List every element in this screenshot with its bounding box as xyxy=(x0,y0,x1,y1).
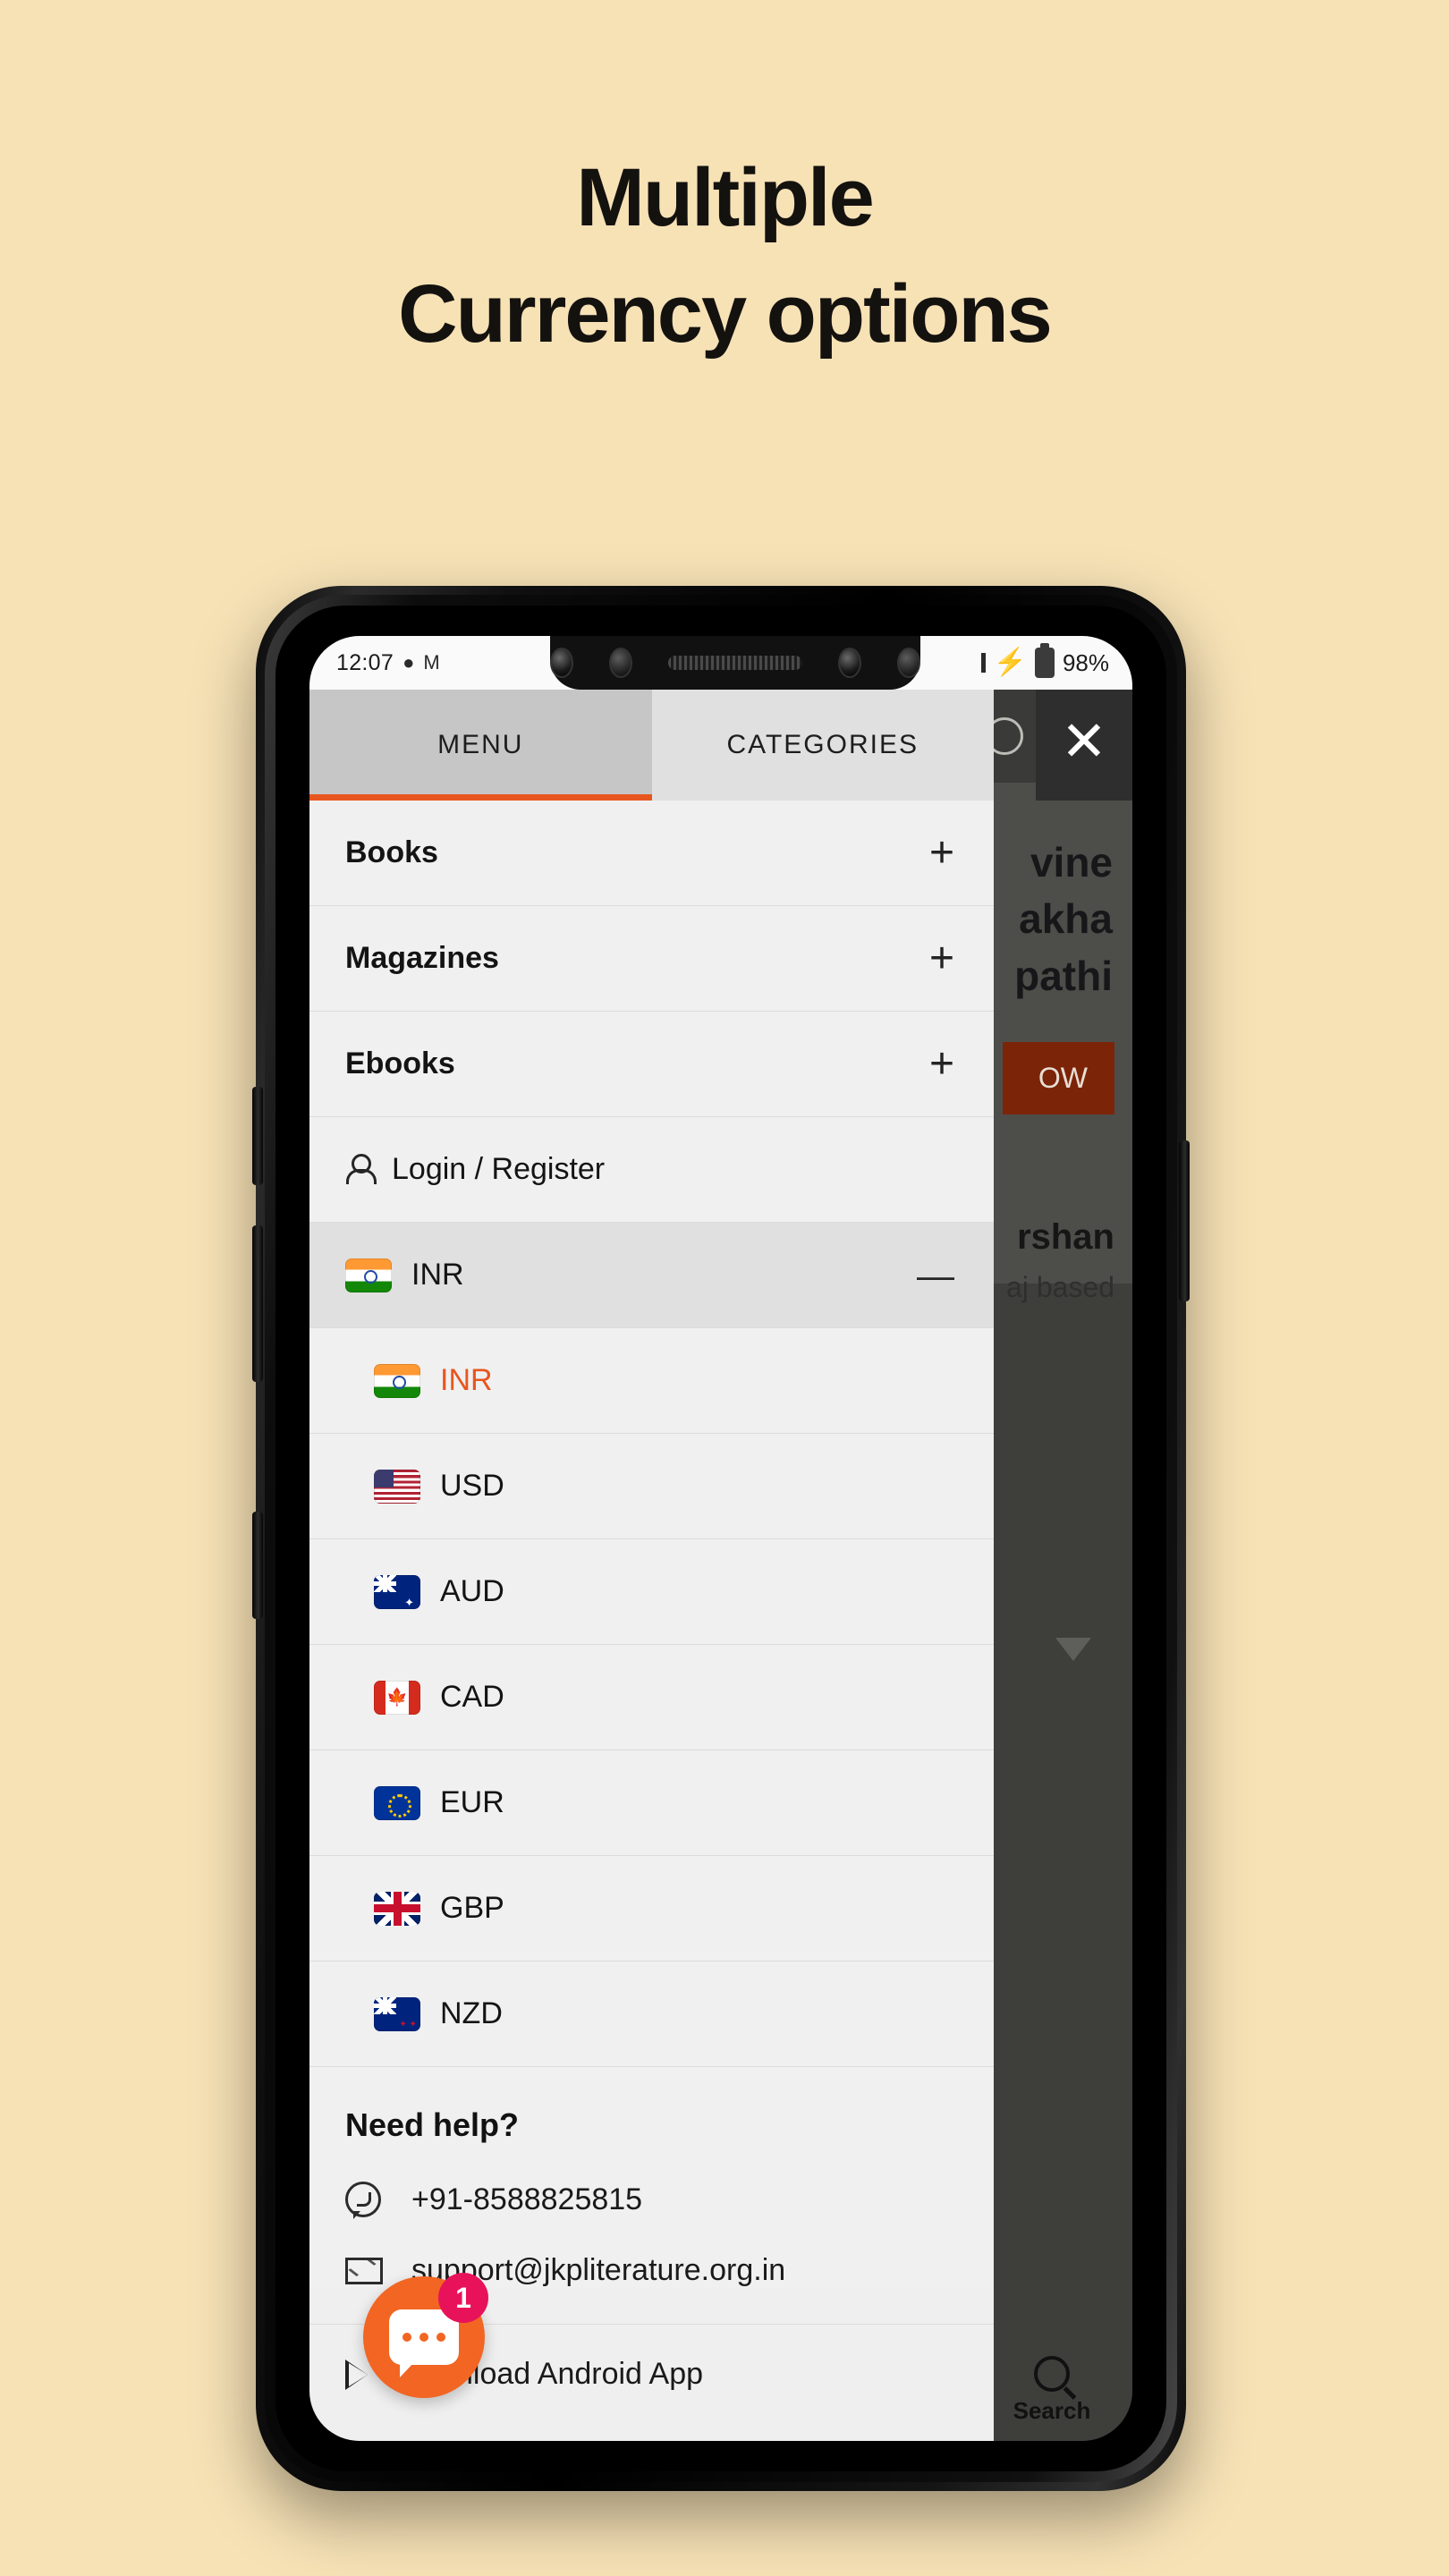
flag-india-icon xyxy=(345,1258,392,1292)
chat-dot xyxy=(436,2333,445,2342)
currency-option-label: GBP xyxy=(440,1891,504,1925)
hero-title-line-1: vine xyxy=(1030,839,1113,886)
whatsapp-icon xyxy=(345,2182,381,2219)
flag-australia-icon xyxy=(374,1574,420,1609)
expand-plus-icon[interactable]: + xyxy=(929,1042,954,1086)
user-icon xyxy=(345,1153,377,1187)
menu-item-label: Books xyxy=(345,835,438,869)
menu-item-login-register[interactable]: Login / Register xyxy=(309,1117,994,1223)
page-title: Multiple Currency options xyxy=(0,157,1449,355)
login-register-label: Login / Register xyxy=(392,1152,606,1186)
chat-dot xyxy=(402,2333,411,2342)
sensor-icon xyxy=(608,648,632,678)
volume-up-button[interactable] xyxy=(252,1087,263,1185)
status-bar-right: ⚡ 98% xyxy=(920,643,1132,678)
chat-dot xyxy=(419,2333,428,2342)
hero-title: vine akha pathi xyxy=(1014,835,1113,1004)
status-bar-left: 12:07 ● M xyxy=(309,650,550,676)
sensor-icon xyxy=(896,648,920,678)
tab-menu[interactable]: MENU xyxy=(309,690,652,801)
front-camera-icon xyxy=(837,648,861,678)
navigation-drawer: MENU CATEGORIES Books + Magazines + Eboo… xyxy=(309,690,994,2441)
battery-percent: 98% xyxy=(1062,648,1109,676)
close-icon: ✕ xyxy=(1061,711,1107,773)
flag-india-icon xyxy=(374,1363,420,1398)
currency-option-label: CAD xyxy=(440,1680,504,1714)
carousel-arrow-icon[interactable] xyxy=(1055,1638,1091,1661)
search-icon xyxy=(1034,2356,1070,2392)
help-section: Need help? +91-8588825815 support@jkplit… xyxy=(309,2067,994,2288)
volume-down-button[interactable] xyxy=(252,1225,263,1382)
menu-item-magazines[interactable]: Magazines + xyxy=(309,906,994,1012)
side-button-right[interactable] xyxy=(1179,1140,1190,1301)
close-drawer-button[interactable]: ✕ xyxy=(1036,690,1132,801)
bottom-nav-search[interactable]: Search xyxy=(980,2356,1123,2425)
help-whatsapp-row[interactable]: +91-8588825815 xyxy=(345,2182,958,2219)
flag-canada-icon xyxy=(374,1680,420,1715)
menu-item-label: Magazines xyxy=(345,941,499,975)
battery-icon xyxy=(1034,643,1055,678)
currency-option-usd[interactable]: USD xyxy=(309,1434,994,1539)
collapse-minus-icon[interactable]: — xyxy=(917,1256,954,1294)
flag-usa-icon xyxy=(374,1469,420,1504)
hero-title-line-3: pathi xyxy=(1014,952,1113,999)
play-store-icon xyxy=(345,2359,369,2390)
menu-item-books[interactable]: Books + xyxy=(309,801,994,906)
chat-widget-button[interactable]: 1 xyxy=(363,2273,488,2398)
lightning-bolt-icon: ⚡ xyxy=(993,648,1027,677)
menu-item-ebooks[interactable]: Ebooks + xyxy=(309,1012,994,1117)
location-pin-icon: ● xyxy=(402,651,415,674)
gmail-icon: M xyxy=(423,651,440,674)
currency-option-eur[interactable]: EUR xyxy=(309,1750,994,1856)
currency-selector[interactable]: INR — xyxy=(309,1223,994,1328)
power-button[interactable] xyxy=(252,1512,263,1619)
currency-option-inr[interactable]: INR xyxy=(309,1328,994,1434)
status-bar: 12:07 ● M ⚡ 98% xyxy=(309,636,1132,690)
front-camera-icon xyxy=(549,648,573,678)
hero-cta-button[interactable]: OW xyxy=(1002,1042,1114,1114)
currency-option-aud[interactable]: AUD xyxy=(309,1539,994,1645)
help-title: Need help? xyxy=(345,2106,520,2143)
currency-option-label: AUD xyxy=(440,1574,504,1608)
product-card-title: rshan xyxy=(1017,1217,1114,1257)
flag-uk-icon xyxy=(374,1891,420,1926)
chat-unread-badge: 1 xyxy=(438,2273,488,2323)
mail-icon xyxy=(345,2257,383,2284)
flag-eu-icon xyxy=(374,1785,420,1820)
signal-icon xyxy=(980,653,986,673)
phone-bezel: 0 vine akha pathi OW rshan aj based xyxy=(275,606,1166,2471)
phone-notch xyxy=(549,636,920,690)
currency-option-label: EUR xyxy=(440,1785,504,1819)
expand-plus-icon[interactable]: + xyxy=(929,831,954,875)
page-title-line-2: Currency options xyxy=(398,268,1053,360)
expand-plus-icon[interactable]: + xyxy=(929,936,954,980)
currency-selector-label: INR xyxy=(411,1258,464,1292)
product-card-subtitle: aj based xyxy=(1006,1271,1114,1303)
drawer-tabs: MENU CATEGORIES xyxy=(309,690,994,801)
flag-newzealand-icon xyxy=(374,1996,420,2031)
status-bar-time: 12:07 xyxy=(336,649,394,675)
menu-item-label: Ebooks xyxy=(345,1046,455,1080)
page-title-line-1: Multiple xyxy=(576,152,875,243)
currency-option-gbp[interactable]: GBP xyxy=(309,1856,994,1962)
help-phone: +91-8588825815 xyxy=(411,2182,643,2216)
bottom-nav-search-label: Search xyxy=(1013,2397,1091,2424)
currency-option-cad[interactable]: CAD xyxy=(309,1645,994,1750)
currency-option-label: NZD xyxy=(440,1996,503,2030)
hero-title-line-2: akha xyxy=(1019,895,1113,943)
tab-categories[interactable]: CATEGORIES xyxy=(651,690,994,801)
currency-option-nzd[interactable]: NZD xyxy=(309,1962,994,2067)
currency-option-label: INR xyxy=(440,1363,493,1397)
earpiece-speaker xyxy=(667,656,802,670)
phone-mockup: 0 vine akha pathi OW rshan aj based xyxy=(252,586,1190,2491)
phone-screen: 0 vine akha pathi OW rshan aj based xyxy=(309,636,1132,2441)
currency-option-label: USD xyxy=(440,1469,504,1503)
